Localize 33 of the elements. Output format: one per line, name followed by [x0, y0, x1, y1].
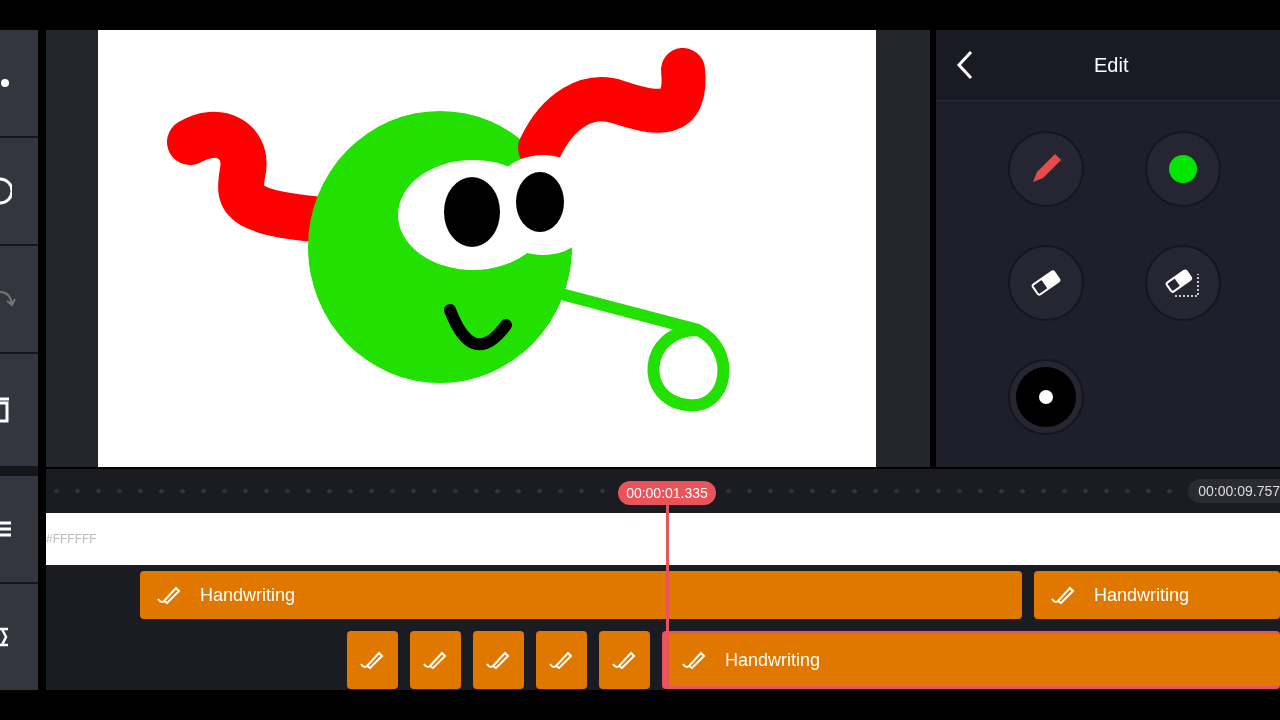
brush-icon: [681, 650, 707, 670]
brush-icon: [1050, 585, 1076, 605]
playhead-time: 00:00:01.335: [618, 481, 716, 505]
brush-icon: [611, 650, 637, 670]
color-clip[interactable]: #FFFFFF: [46, 513, 1280, 565]
clip-label: Handwriting: [725, 649, 821, 671]
handwriting-clip[interactable]: [599, 631, 650, 689]
handwriting-clip[interactable]: [347, 631, 398, 689]
back-icon[interactable]: [956, 50, 974, 80]
brush-icon: [548, 650, 574, 670]
eraser-icon: [1030, 270, 1062, 296]
handwriting-clip[interactable]: [473, 631, 524, 689]
menu-icon: [0, 521, 12, 537]
brush-icon: [485, 650, 511, 670]
clip-label: #FFFFFF: [46, 532, 97, 546]
panel-title: Edit: [1094, 53, 1129, 77]
handwriting-clip[interactable]: [410, 631, 461, 689]
handwriting-clip[interactable]: Handwriting: [662, 631, 1280, 689]
end-time: 00:00:09.757: [1188, 479, 1280, 503]
brush-icon: [156, 585, 182, 605]
area-eraser-icon: [1165, 268, 1201, 298]
handwriting-clip[interactable]: Handwriting: [1034, 571, 1280, 619]
brush-size-icon: [1015, 366, 1077, 428]
handwriting-clip[interactable]: Handwriting: [140, 571, 1022, 619]
sidebar-button[interactable]: [0, 138, 38, 244]
brush-icon: [359, 650, 385, 670]
handwriting-clip[interactable]: [536, 631, 587, 689]
clip-label: Handwriting: [1094, 584, 1190, 606]
sidebar-button[interactable]: [0, 476, 38, 582]
dot-icon: [0, 78, 10, 88]
sidebar-button[interactable]: [0, 354, 38, 466]
brush-icon: [422, 650, 448, 670]
clip-label: Handwriting: [200, 584, 296, 606]
